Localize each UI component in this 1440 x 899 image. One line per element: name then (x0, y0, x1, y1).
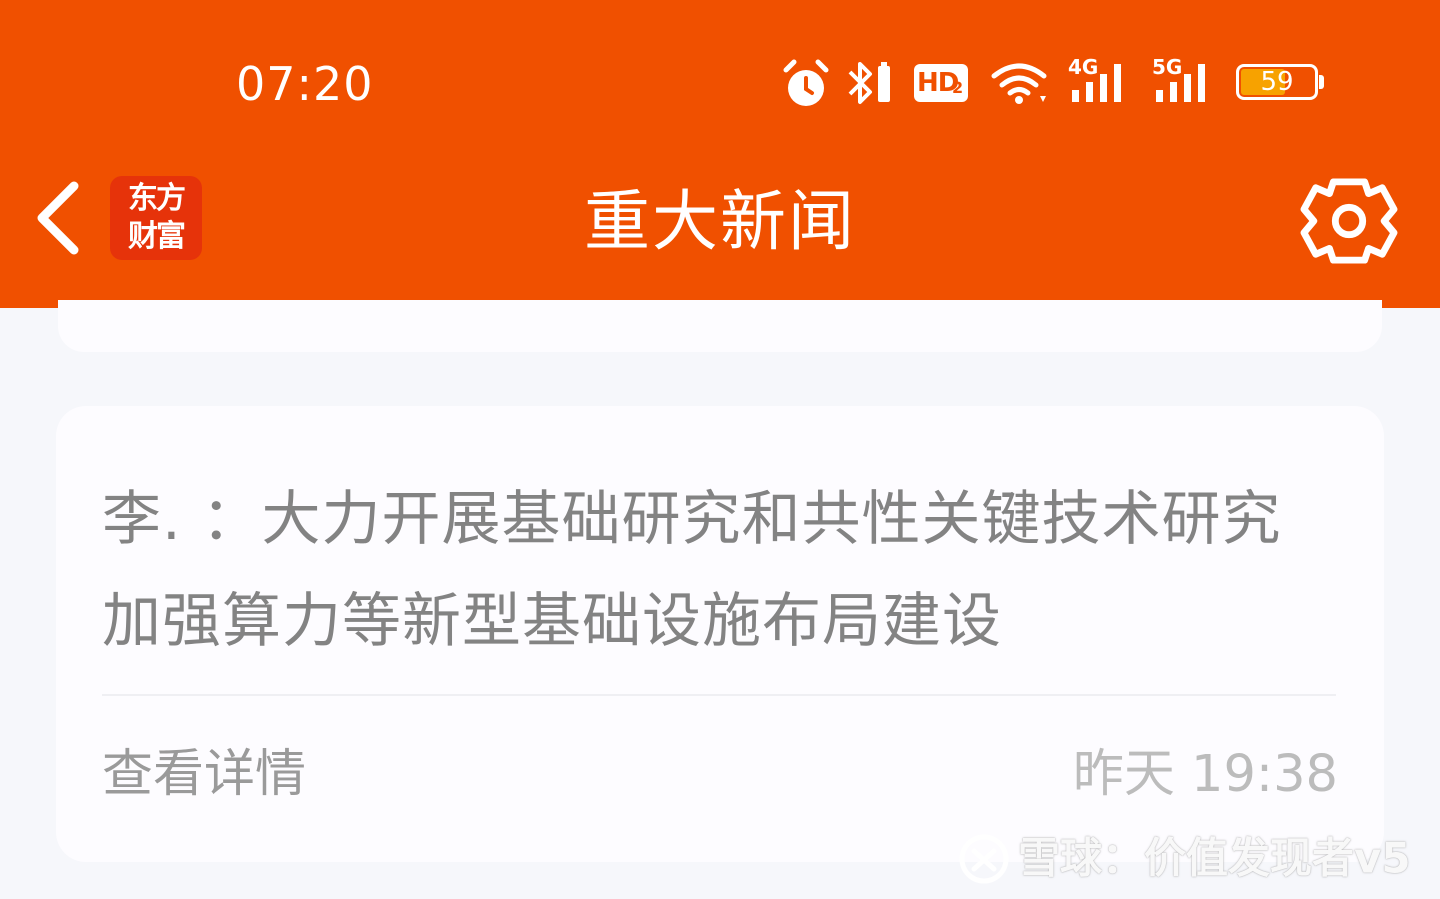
gear-icon (1300, 178, 1398, 264)
battery-icon: 59 (1236, 64, 1326, 104)
back-button[interactable] (30, 178, 86, 258)
app-logo[interactable]: 东方 财富 (110, 176, 202, 260)
battery-level: 59 (1260, 67, 1294, 97)
hd-volte-icon: HD 2 (914, 64, 968, 102)
news-card[interactable]: 李. ：大力开展基础研究和共性关键技术研究加强算力等新型基础设施布局建设 查看详… (56, 406, 1384, 862)
snowball-logo-icon (959, 834, 1009, 883)
view-details-link[interactable]: 查看详情 (102, 744, 306, 806)
wifi-icon (991, 63, 1047, 104)
card-divider (102, 694, 1336, 696)
signal-5g-icon: 5G (1152, 56, 1216, 108)
alarm-icon (783, 59, 829, 106)
page-title: 重大新闻 (584, 183, 856, 260)
bluetooth-icon (848, 62, 890, 104)
app-logo-line2: 财富 (128, 219, 186, 254)
signal-4g-icon: 4G (1068, 56, 1132, 108)
app-logo-line1: 东方 (128, 181, 186, 216)
app-header: 07:20 HD 2 4G 5G 59 东方 财富 重大新闻 (0, 0, 1440, 308)
news-timestamp: 昨天 19:38 (1072, 745, 1338, 804)
watermark: 雪球：价值发现者v5 (958, 826, 1411, 886)
status-time: 07:20 (236, 57, 374, 111)
previous-news-card (58, 300, 1382, 352)
news-headline[interactable]: 李. ：大力开展基础研究和共性关键技术研究加强算力等新型基础设施布局建设 (102, 468, 1322, 672)
chevron-left-icon (37, 181, 79, 255)
settings-button[interactable] (1300, 176, 1398, 266)
watermark-text: 雪球：价值发现者v5 (1018, 833, 1411, 883)
hd-subscript: 2 (952, 78, 964, 97)
